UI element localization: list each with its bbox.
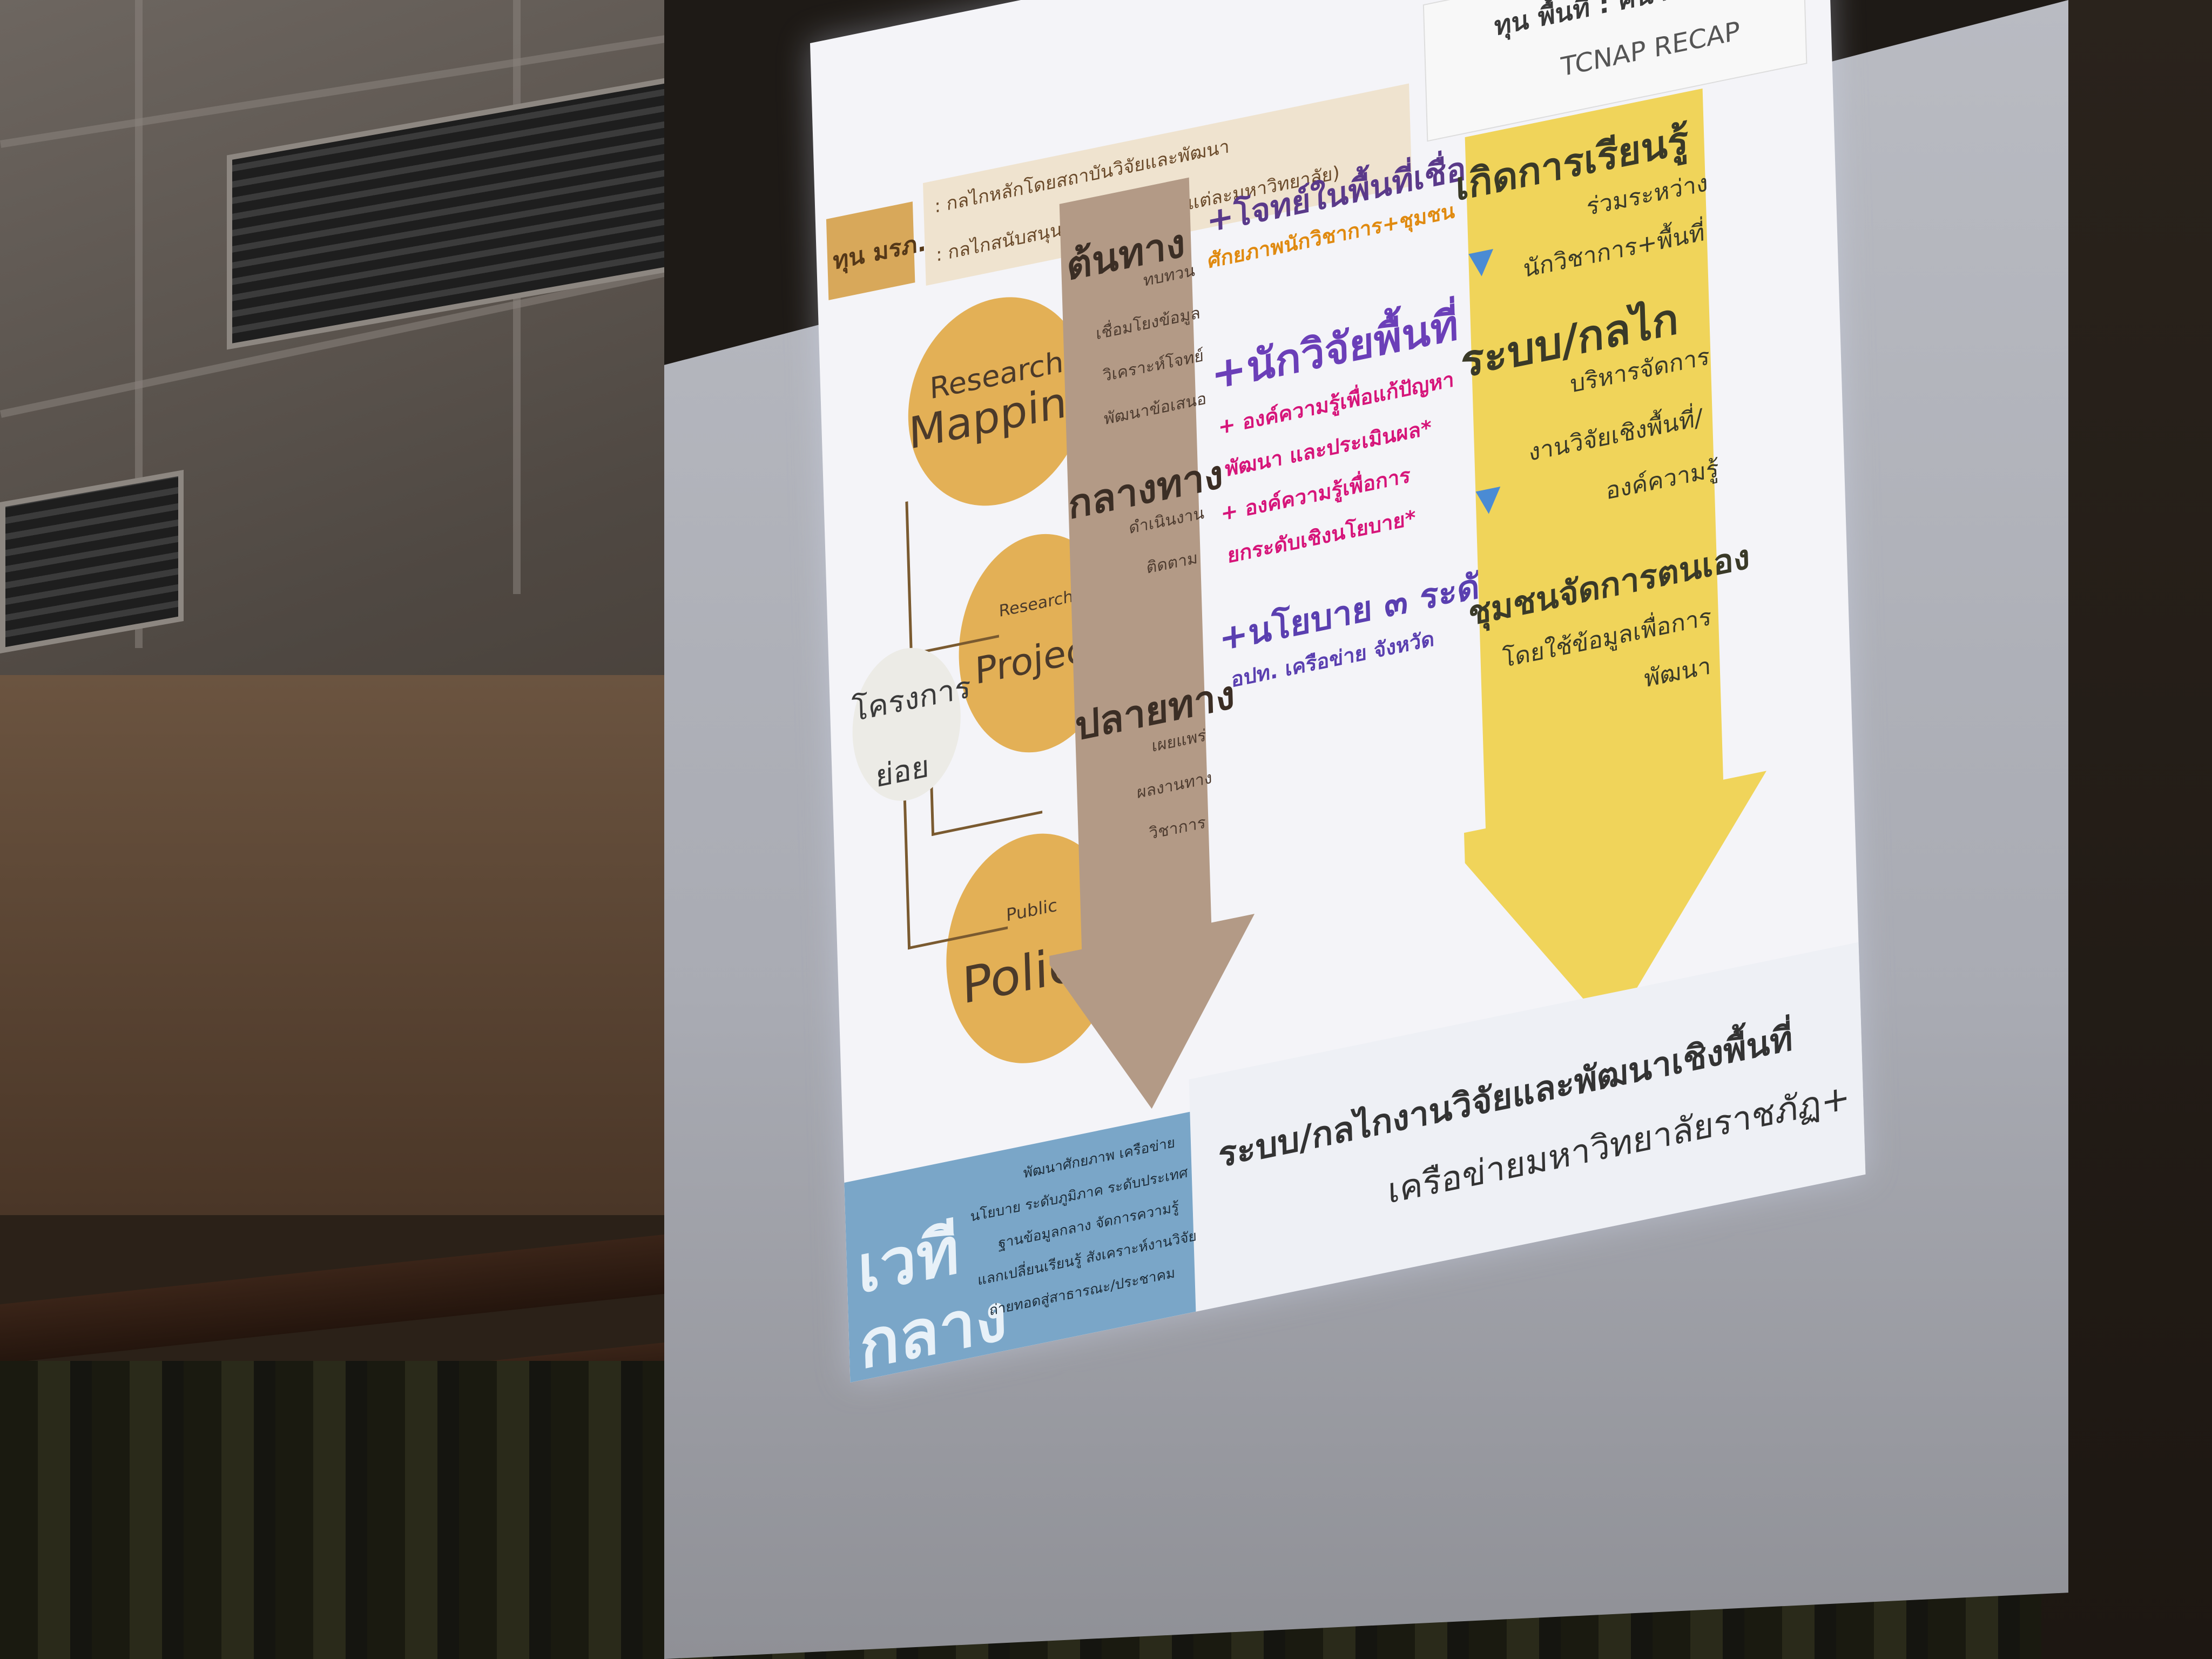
slide: ทุน มรภ. : กลไกหลักโดยสถาบันวิจัยและพัฒน… bbox=[810, 0, 1866, 1382]
down-arrow-icon: ▼ bbox=[1475, 477, 1502, 521]
down-arrow-icon: ▼ bbox=[1468, 240, 1494, 283]
connector-line bbox=[905, 483, 999, 656]
ceiling-vent bbox=[0, 470, 184, 653]
slide-projection: ทุน มรภ. : กลไกหลักโดยสถาบันวิจัยและพัฒน… bbox=[810, 0, 1892, 1555]
